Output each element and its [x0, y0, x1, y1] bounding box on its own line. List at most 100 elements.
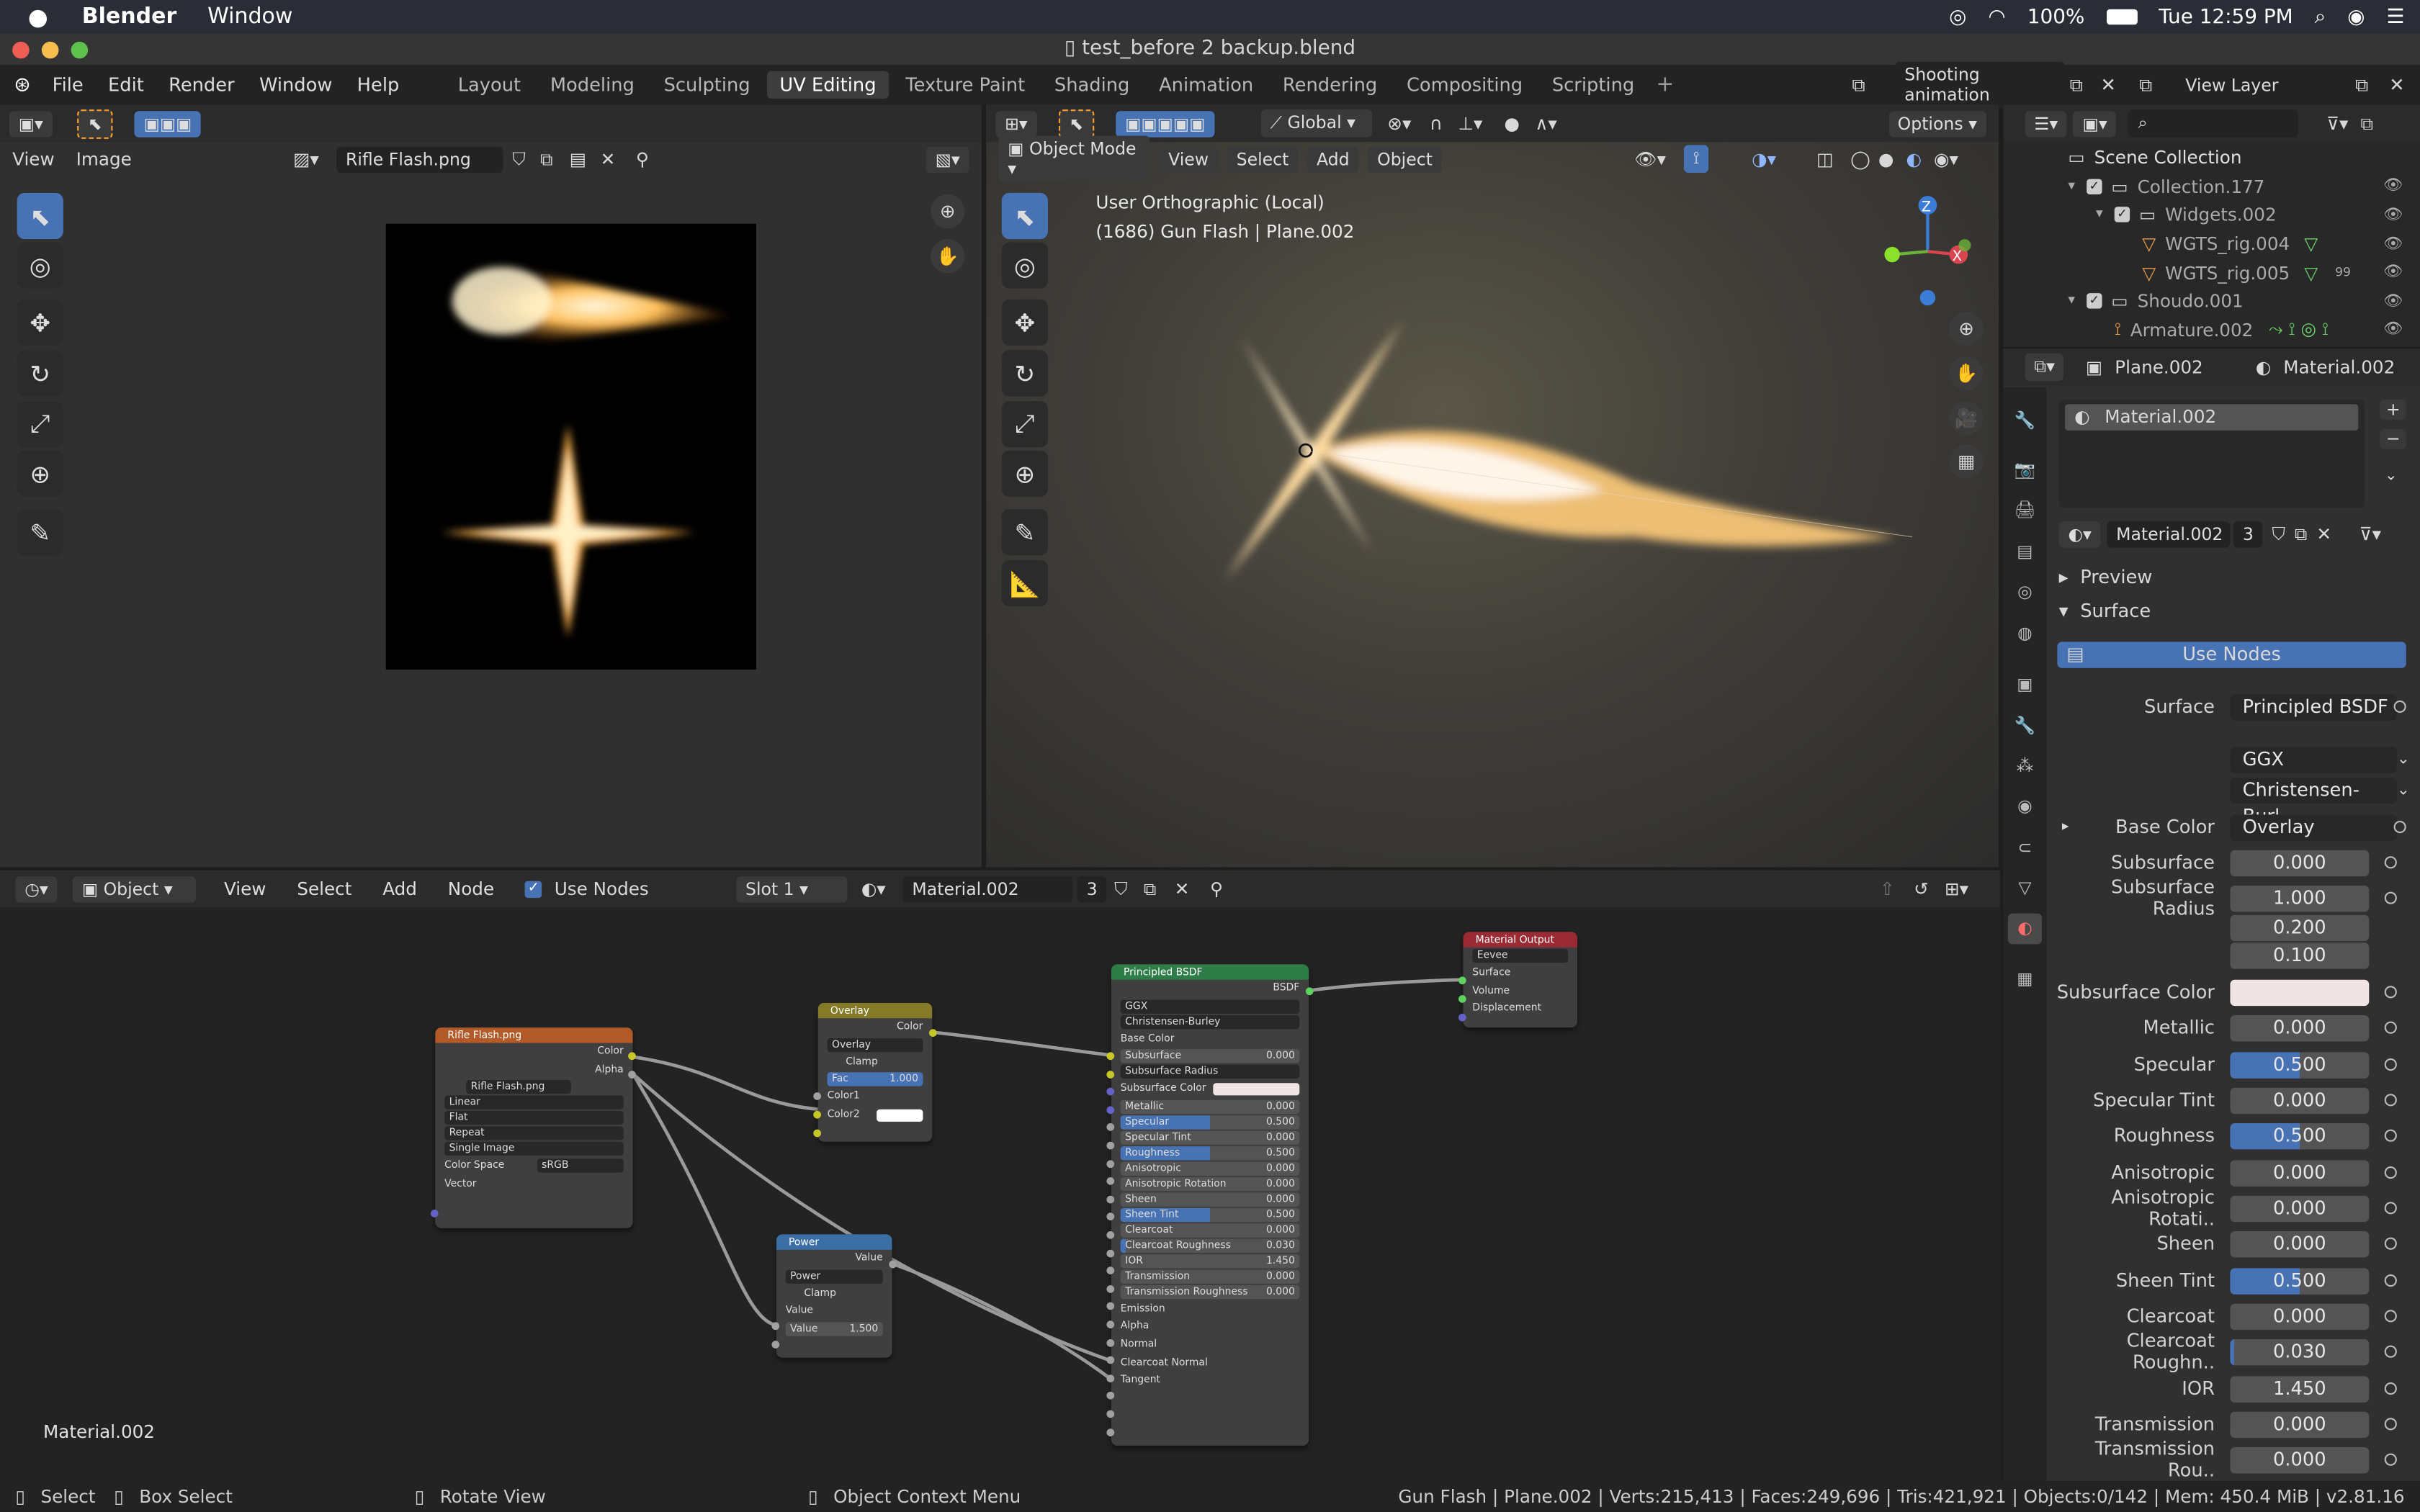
- blender-logo-icon[interactable]: ⊛: [14, 73, 30, 96]
- visibility-eye-icon[interactable]: 👁: [2383, 264, 2403, 282]
- transform-tool[interactable]: ⊕: [17, 450, 63, 497]
- material-unlink-icon[interactable]: ✕: [2316, 523, 2331, 544]
- creative-cloud-icon[interactable]: ◎: [1949, 6, 1966, 29]
- node-link-socket-icon[interactable]: [2384, 1021, 2397, 1034]
- outliner-editor-type[interactable]: ☰▾: [2025, 110, 2068, 137]
- image-name-field[interactable]: Rifle Flash.png: [336, 145, 503, 172]
- display-channels-icon[interactable]: ▧▾: [926, 145, 969, 172]
- node-socket[interactable]: [628, 1052, 636, 1061]
- workspace-tab-uv-editing[interactable]: UV Editing: [767, 71, 889, 99]
- bsdf-input-slider[interactable]: Transmission Roughness 0.000: [1120, 1284, 1300, 1299]
- pan-hand-icon[interactable]: ✋: [931, 239, 965, 274]
- workspace-tab-sculpting[interactable]: Sculpting: [651, 71, 762, 99]
- node-link-socket-icon[interactable]: [2384, 1202, 2397, 1215]
- overlay-mode-dropdown[interactable]: Overlay: [827, 1038, 923, 1052]
- property-value-field[interactable]: Principled BSDF: [2230, 693, 2397, 720]
- new-view-layer-icon[interactable]: ⧉: [2355, 73, 2368, 96]
- selection-mode-icons[interactable]: ▣▣▣: [134, 110, 202, 137]
- object-data-tab-icon[interactable]: ▽: [2008, 873, 2042, 904]
- filter-icon[interactable]: ⊽▾: [2326, 112, 2348, 134]
- outliner-row[interactable]: ▽ WGTS_rig.005 ▽ 99 👁: [2034, 258, 2412, 287]
- outliner-row[interactable]: ▾ ✓ ▭ Collection.177 👁: [2034, 172, 2412, 201]
- display-mode-icon[interactable]: ▣▾: [2073, 110, 2117, 137]
- bsdf-input-slider[interactable]: Transmission 0.000: [1120, 1269, 1300, 1284]
- visibility-eye-icon[interactable]: 👁: [2383, 235, 2403, 253]
- material-users-count[interactable]: 3: [2233, 521, 2263, 547]
- particles-icon[interactable]: ⁂: [2008, 752, 2042, 783]
- property-value-field[interactable]: 0.000: [2230, 1159, 2370, 1186]
- node-socket[interactable]: [813, 1092, 821, 1100]
- menu-window[interactable]: Window: [247, 74, 345, 96]
- expand-arrow-icon[interactable]: ▾: [2068, 294, 2087, 309]
- bsdf-subsurface-method-dropdown[interactable]: Christensen-Burley: [1120, 1014, 1300, 1029]
- tex-interp-dropdown[interactable]: Linear: [444, 1095, 624, 1110]
- overlay-clamp-checkbox[interactable]: Clamp: [818, 1053, 933, 1071]
- viewport-zoom-icon[interactable]: ⊕: [1949, 311, 1984, 346]
- node-socket[interactable]: [1106, 1159, 1115, 1168]
- physics-icon[interactable]: ◉: [2008, 791, 2042, 822]
- menu-render[interactable]: Render: [156, 74, 247, 96]
- image-browse-icon[interactable]: ▨▾: [293, 148, 319, 170]
- material-link-icon[interactable]: ⊽▾: [2360, 523, 2381, 544]
- node-socket[interactable]: [813, 1110, 821, 1119]
- node-socket[interactable]: [889, 1260, 897, 1269]
- node-link-socket-icon[interactable]: [2393, 821, 2406, 834]
- control-center-icon[interactable]: ☰: [2387, 6, 2405, 29]
- node-link-socket-icon[interactable]: [2384, 1310, 2397, 1323]
- zoom-icon[interactable]: ⊕: [931, 194, 965, 229]
- expand-base-color-icon[interactable]: ▸: [2062, 819, 2069, 834]
- material-new-icon[interactable]: ⧉: [2295, 522, 2308, 545]
- minimize-window-button[interactable]: [41, 41, 59, 59]
- bsdf-input-slider[interactable]: Anisotropic 0.000: [1120, 1161, 1300, 1176]
- scene-tab-icon[interactable]: ◎: [2008, 577, 2042, 608]
- node-socket[interactable]: [1106, 1052, 1115, 1061]
- property-value-field[interactable]: 0.100: [2230, 942, 2370, 968]
- render-icon[interactable]: 📷: [2008, 455, 2042, 486]
- unlink-image-icon[interactable]: ✕: [601, 148, 616, 170]
- node-socket[interactable]: [1458, 995, 1466, 1003]
- rotate-tool[interactable]: ↻: [17, 350, 63, 397]
- menu-help[interactable]: Help: [345, 74, 412, 96]
- node-socket[interactable]: [1106, 1195, 1115, 1203]
- node-link-socket-icon[interactable]: [2384, 1129, 2397, 1142]
- power-math-node[interactable]: Power Value Power Clamp Value Value 1.500: [776, 1234, 892, 1358]
- node-socket[interactable]: [771, 1341, 780, 1349]
- editor-type-button[interactable]: ▣▾: [9, 110, 53, 137]
- bsdf-input-slider[interactable]: Clearcoat Roughness 0.030: [1120, 1238, 1300, 1253]
- principled-bsdf-node[interactable]: Principled BSDF BSDF GGX Christensen-Burley…: [1111, 964, 1309, 1446]
- scene-icon[interactable]: ⧉: [1852, 73, 1865, 96]
- cursor-tool[interactable]: ◎: [17, 242, 63, 289]
- menu-edit[interactable]: Edit: [96, 74, 156, 96]
- property-value-field[interactable]: 0.000: [2230, 1410, 2370, 1438]
- property-value-field[interactable]: 0.000: [2230, 1302, 2370, 1330]
- workspace-tab-compositing[interactable]: Compositing: [1394, 71, 1535, 99]
- property-value-field[interactable]: 0.500: [2230, 1267, 2370, 1294]
- view-layer-icon[interactable]: ⧉: [2139, 73, 2152, 96]
- visibility-eye-icon[interactable]: 👁: [2383, 178, 2403, 195]
- node-link-socket-icon[interactable]: [2384, 1094, 2397, 1107]
- node-link-socket-icon[interactable]: [2384, 1237, 2397, 1250]
- workspace-tab-layout[interactable]: Layout: [446, 71, 534, 99]
- preview-panel-header[interactable]: ▸ Preview: [2059, 566, 2153, 588]
- open-image-icon[interactable]: ▤: [570, 148, 586, 170]
- view-layer-field[interactable]: View Layer: [2176, 71, 2349, 99]
- scale-tool[interactable]: ⤢: [17, 401, 63, 448]
- node-link-socket-icon[interactable]: [2384, 1382, 2397, 1395]
- menu-view[interactable]: View: [12, 148, 54, 170]
- visibility-eye-icon[interactable]: 👁: [2383, 207, 2403, 224]
- menu-file[interactable]: File: [40, 74, 96, 96]
- expand-arrow-icon[interactable]: ▾: [2096, 207, 2115, 222]
- workspace-tab-rendering[interactable]: Rendering: [1270, 71, 1390, 99]
- expand-arrow-icon[interactable]: ▾: [2068, 179, 2087, 194]
- node-socket[interactable]: [1106, 1320, 1115, 1328]
- bsdf-subsurface-radius-dropdown[interactable]: Subsurface Radius: [1120, 1064, 1300, 1079]
- node-socket[interactable]: [1106, 1231, 1115, 1239]
- fake-user-icon[interactable]: ⛉: [512, 148, 525, 171]
- workspace-tab-texture-paint[interactable]: Texture Paint: [893, 71, 1037, 99]
- zoom-window-button[interactable]: [71, 41, 89, 59]
- outliner-row[interactable]: ▾ ✓ ▭ Shoudo.001 👁: [2034, 287, 2412, 316]
- workspace-tab-shading[interactable]: Shading: [1042, 71, 1142, 99]
- node-link-socket-icon[interactable]: [2384, 1058, 2397, 1071]
- tex-src-dropdown[interactable]: Single Image: [444, 1142, 624, 1156]
- node-socket[interactable]: [430, 1210, 439, 1218]
